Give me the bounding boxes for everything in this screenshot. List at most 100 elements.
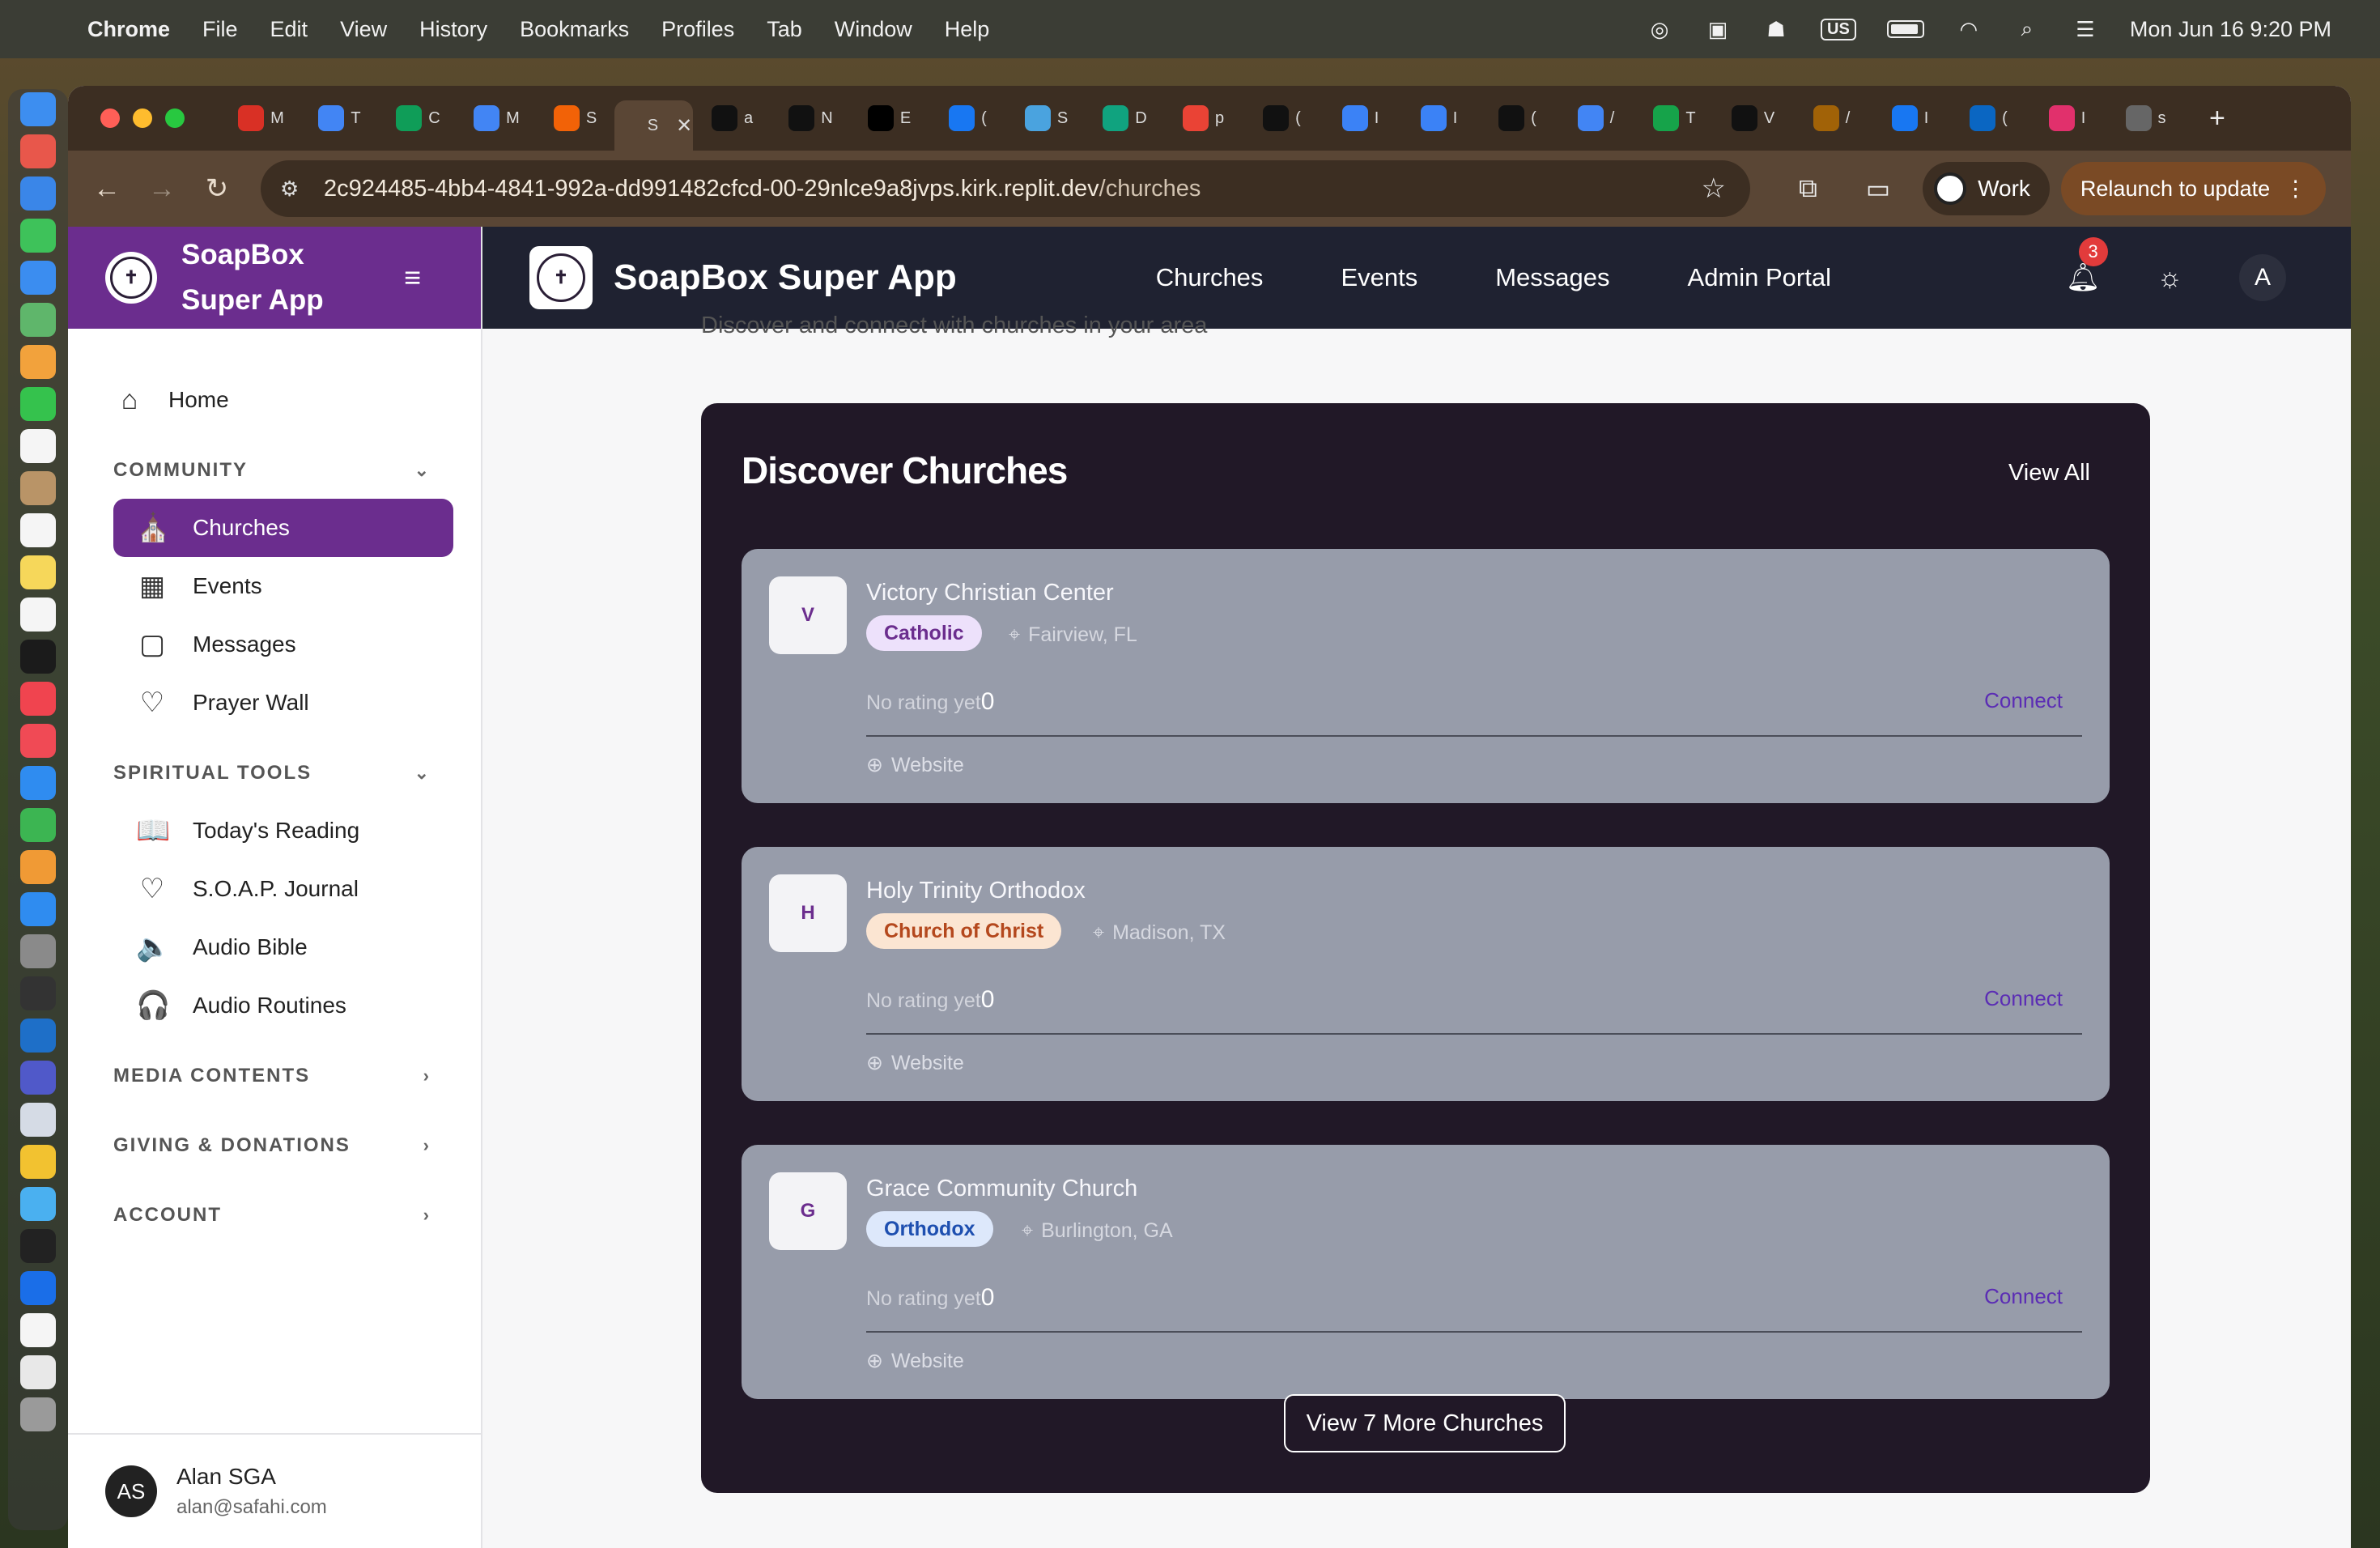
news-icon[interactable] [20,724,56,758]
reminders-icon[interactable] [20,513,56,547]
pages-icon[interactable] [20,850,56,884]
nav-link-events[interactable]: Events [1341,263,1417,292]
extensions-puzzle-icon[interactable]: ⧉ [1799,173,1817,204]
browser-tab[interactable]: I [1321,93,1400,143]
connect-button[interactable]: Connect [1984,1284,2063,1309]
website-link[interactable]: ⊕ Website [866,1349,964,1373]
close-tab-icon[interactable]: ✕ [676,114,692,138]
trash-icon[interactable] [20,1397,56,1431]
nav-link-admin-portal[interactable]: Admin Portal [1688,263,1831,292]
new-tab-button[interactable]: + [2209,103,2225,134]
sidebar-item-soap-journal[interactable]: ♡ S.O.A.P. Journal [113,860,453,918]
teams-icon[interactable]: ☗ [1762,15,1790,43]
menu-help[interactable]: Help [945,17,990,42]
menu-view[interactable]: View [340,17,387,42]
church-name[interactable]: Victory Christian Center [866,580,1114,606]
church-card[interactable]: H Holy Trinity Orthodox Church of Christ ⌖ M… [742,847,2110,1101]
freeform-icon[interactable] [20,598,56,632]
browser-tab[interactable]: / [1792,93,1871,143]
nav-link-churches[interactable]: Churches [1156,263,1264,292]
nav-link-messages[interactable]: Messages [1495,263,1609,292]
chrome-dock-icon[interactable] [20,1145,56,1179]
numbers-icon[interactable] [20,808,56,842]
browser-tab[interactable]: T [1635,93,1714,143]
iphone-mirroring-icon[interactable] [20,976,56,1010]
launchpad-icon[interactable] [20,134,56,168]
menu-profiles[interactable]: Profiles [661,17,734,42]
input-source-badge[interactable]: US [1821,18,1856,40]
menu-bookmarks[interactable]: Bookmarks [520,17,629,42]
browser-tab[interactable]: M [457,93,536,143]
browser-tab[interactable]: N [771,93,850,143]
sidebar-user-card[interactable]: AS Alan SGA alan@safahi.com [68,1433,481,1548]
browser-tab[interactable]: p [1164,93,1243,143]
church-card[interactable]: V Victory Christian Center Catholic ⌖ Fairvi… [742,549,2110,803]
view-more-churches-button[interactable]: View 7 More Churches [1284,1394,1566,1452]
forward-arrow-icon[interactable]: → [146,172,178,205]
church-name[interactable]: Grace Community Church [866,1176,1137,1202]
browser-tab[interactable]: ( [1478,93,1557,143]
browser-tab[interactable]: ( [1949,93,2028,143]
preview-icon[interactable] [20,1355,56,1389]
reload-icon[interactable]: ↻ [201,172,233,205]
battery-icon[interactable] [1886,20,1924,38]
website-link[interactable]: ⊕ Website [866,753,964,777]
browser-tab[interactable]: I [1400,93,1478,143]
browser-tab[interactable]: I [1871,93,1949,143]
music-icon[interactable] [20,682,56,716]
menu-history[interactable]: History [419,17,487,42]
sidebar-item-messages[interactable]: ▢ Messages [113,615,453,674]
contacts-icon[interactable] [20,471,56,505]
menu-tab[interactable]: Tab [767,17,802,42]
soapbox-logo-icon[interactable]: ✝ [529,246,593,309]
sidebar-item-audio-bible[interactable]: 🔈 Audio Bible [113,918,453,976]
hamburger-menu-icon[interactable]: ≡ [404,261,421,295]
back-arrow-icon[interactable]: ← [91,172,123,205]
minimize-window-icon[interactable] [133,108,152,128]
mail-icon[interactable] [20,261,56,295]
notifications-bell-icon[interactable]: 🔔︎ 3 [2066,237,2108,294]
zoom-window-icon[interactable] [165,108,185,128]
calendar-icon[interactable] [20,429,56,463]
church-name[interactable]: Holy Trinity Orthodox [866,878,1086,904]
terminal-icon[interactable] [20,1229,56,1263]
sidebar-item-todays-reading[interactable]: 📖 Today's Reading [113,802,453,860]
teams-dock-icon[interactable] [20,1061,56,1095]
sidebar-item-events[interactable]: ▦ Events [113,557,453,615]
sidebar-item-prayer-wall[interactable]: ♡ Prayer Wall [113,674,453,732]
remote-desktop-icon[interactable] [20,1103,56,1137]
address-bar[interactable]: ⚙ 2c924485-4bb4-4841-992a-dd991482cfcd-0… [261,160,1750,217]
header-avatar[interactable]: A [2239,254,2286,301]
maps-icon[interactable] [20,303,56,337]
browser-tab[interactable]: S [1007,93,1086,143]
app-title[interactable]: SoapBox Super App [614,257,957,298]
section-account[interactable]: ACCOUNT › [113,1187,453,1244]
notes-icon[interactable] [20,555,56,589]
section-media-contents[interactable]: MEDIA CONTENTS › [113,1048,453,1104]
photos-icon[interactable] [20,345,56,379]
relaunch-button[interactable]: Relaunch to update ⋮ [2060,162,2327,215]
connect-button[interactable]: Connect [1984,986,2063,1011]
spotlight-search-icon[interactable]: ⌕ [2013,15,2041,43]
menu-window[interactable]: Window [835,17,912,42]
browser-tab[interactable]: I [2028,93,2106,143]
document-icon[interactable] [20,1313,56,1347]
browser-tab[interactable]: S [536,93,614,143]
menu-edit[interactable]: Edit [270,17,308,42]
safari-icon[interactable] [20,176,56,211]
cast-search-icon[interactable]: ▭ [1866,173,1890,204]
browser-tab[interactable]: a [693,93,771,143]
browser-tab[interactable]: ( [929,93,1007,143]
sidebar-item-churches[interactable]: ⛪ Churches [113,499,453,557]
finder-icon[interactable] [20,92,56,126]
section-giving-donations[interactable]: GIVING & DONATIONS › [113,1117,453,1174]
messages-icon[interactable] [20,219,56,253]
sidebar-item-home[interactable]: ⌂ Home [113,371,453,429]
system-settings-icon[interactable] [20,934,56,968]
browser-tab[interactable]: M [222,93,300,143]
browser-tab[interactable]: ( [1243,93,1321,143]
browser-tab[interactable]: V [1714,93,1792,143]
more-menu-icon[interactable]: ⋮ [2284,176,2306,202]
facetime-icon[interactable] [20,387,56,421]
section-spiritual-tools[interactable]: SPIRITUAL TOOLS ⌄ [113,745,453,802]
